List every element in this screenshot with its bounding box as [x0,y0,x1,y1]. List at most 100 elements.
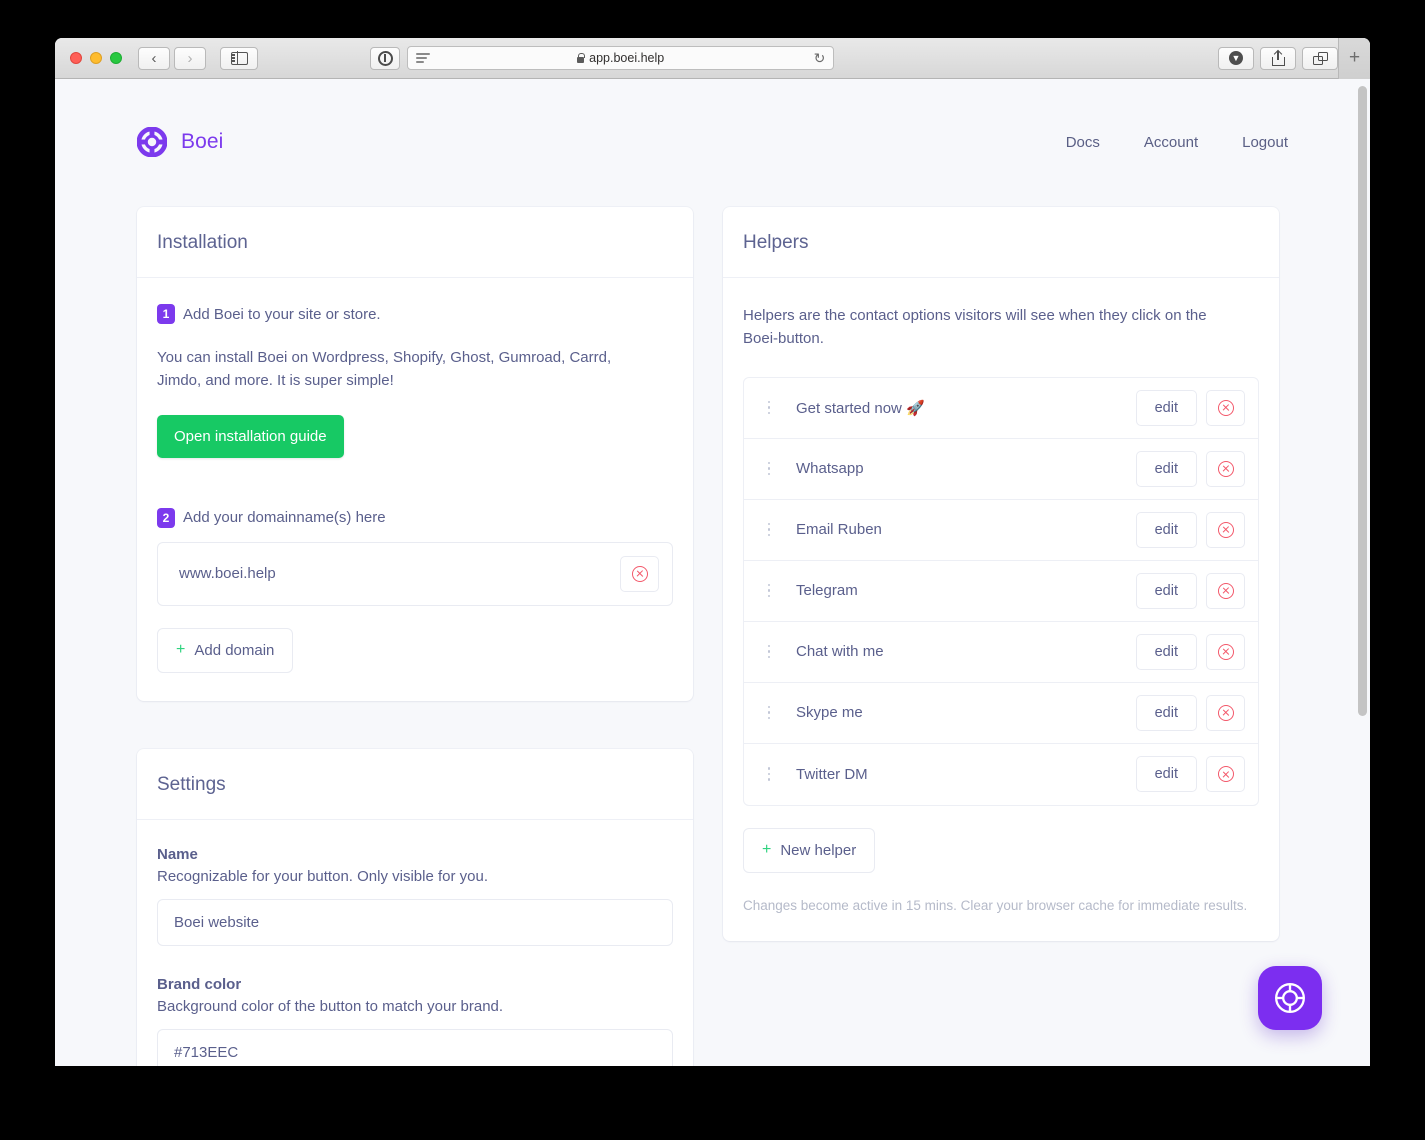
nav-link-docs[interactable]: Docs [1066,134,1100,151]
site-header: Boei Docs Account Logout [55,79,1370,157]
delete-helper-button[interactable] [1206,572,1245,609]
new-helper-label: New helper [780,841,857,859]
delete-helper-button[interactable] [1206,511,1245,548]
helper-row: Get started now 🚀 edit [744,378,1258,439]
delete-helper-button[interactable] [1206,389,1245,426]
page-settings-icon[interactable] [416,53,430,63]
reader-view-button[interactable] [370,46,400,70]
delete-circle-icon [1217,399,1234,416]
forward-button[interactable]: › [174,46,206,70]
download-icon: ▼ [1229,51,1244,65]
plus-icon: + [762,841,772,858]
brand-logo[interactable]: Boei [137,127,223,157]
installation-title: Installation [157,232,248,253]
delete-circle-icon [1217,766,1234,782]
helpers-footnote: Changes become active in 15 mins. Clear … [743,897,1248,913]
edit-helper-button[interactable]: edit [1135,572,1197,609]
helper-label: Whatsapp [796,460,864,477]
tab-overview-icon [1312,51,1328,65]
settings-card: Settings Name Recognizable for your butt… [137,748,693,1066]
name-input[interactable] [157,898,673,946]
delete-circle-icon [1217,521,1234,538]
delete-circle-icon [1217,460,1234,477]
new-tab-button[interactable]: + [1338,38,1370,79]
name-field-label: Name [157,845,198,863]
edit-helper-button[interactable]: edit [1135,694,1197,731]
lifebuoy-icon [137,127,167,157]
delete-circle-icon [1217,582,1234,599]
drag-handle-icon[interactable] [764,767,774,781]
reader-view-icon [377,50,393,66]
share-button[interactable] [1260,46,1297,70]
name-field-hint: Recognizable for your button. Only visib… [157,867,489,885]
brand-color-input[interactable] [157,1028,673,1066]
drag-handle-icon[interactable] [764,583,774,598]
helpers-card-header: Helpers [723,207,1279,278]
reload-icon[interactable]: ↻ [814,50,826,67]
drag-handle-icon[interactable] [764,705,774,720]
brand-name: Boei [181,130,224,153]
chevron-left-icon: ‹ [151,49,157,67]
dashboard-columns: Installation 1 Add Boei to your site or … [55,157,1370,1066]
toolbar-right-buttons: ▼ [1218,46,1339,70]
drag-handle-icon[interactable] [764,400,774,415]
address-bar[interactable]: app.boei.help ↻ [407,46,835,70]
browser-toolbar: ‹ › app.boei.help ↻ ▼ + [55,38,1370,79]
boei-dashboard-page: Boei Docs Account Logout Installation 1 … [55,79,1370,1066]
chevron-right-icon: › [187,49,193,67]
installation-spacer [157,458,673,508]
close-window-button[interactable] [70,52,82,64]
delete-domain-button[interactable] [620,555,659,592]
nav-link-logout[interactable]: Logout [1242,134,1288,151]
add-domain-button[interactable]: + Add domain [157,627,294,673]
edit-helper-button[interactable]: edit [1135,633,1197,670]
lifebuoy-icon [1275,983,1305,1013]
tab-overview-button[interactable] [1302,46,1339,70]
sidebar-toggle-button[interactable] [220,46,258,70]
maximize-window-button[interactable] [110,52,122,64]
lock-icon [577,52,585,63]
share-icon [1271,49,1285,66]
minimize-window-button[interactable] [90,52,102,64]
back-button[interactable]: ‹ [138,46,170,70]
drag-handle-icon[interactable] [764,522,774,537]
helpers-title: Helpers [743,232,809,253]
step-2-text: Add your domainname(s) here [183,509,386,526]
helper-row: Email Ruben edit [744,500,1258,561]
delete-circle-icon [631,565,648,582]
edit-helper-button[interactable]: edit [1135,511,1197,548]
settings-card-header: Settings [137,749,693,820]
boei-floating-button[interactable] [1258,966,1322,1030]
delete-helper-button[interactable] [1206,694,1245,731]
edit-helper-button[interactable]: edit [1135,389,1197,426]
drag-handle-icon[interactable] [764,461,774,476]
scrollbar-thumb[interactable] [1358,86,1367,716]
open-installation-guide-button[interactable]: Open installation guide [157,414,344,458]
helpers-card-body: Helpers are the contact options visitors… [723,278,1279,941]
browser-window: ‹ › app.boei.help ↻ ▼ + Boei Docs Accoun… [55,38,1370,1066]
step-2-badge: 2 [157,507,175,528]
nav-link-account[interactable]: Account [1144,134,1198,151]
delete-helper-button[interactable] [1206,756,1245,792]
delete-helper-button[interactable] [1206,450,1245,487]
address-bar-url: app.boei.help [589,51,665,65]
new-helper-button[interactable]: + New helper [743,827,876,873]
right-column: Helpers Helpers are the contact options … [723,207,1279,1066]
helper-label: Email Ruben [796,521,882,538]
edit-helper-button[interactable]: edit [1135,450,1197,487]
settings-field-brand-color: Brand color Background color of the butt… [157,976,673,1066]
edit-helper-button[interactable]: edit [1135,756,1197,792]
helper-label: Chat with me [796,643,884,660]
downloads-button[interactable]: ▼ [1218,46,1255,70]
step-1-badge: 1 [157,304,175,324]
drag-handle-icon[interactable] [764,644,774,659]
page-scrollbar[interactable] [1358,81,1367,1064]
plus-icon: + [176,641,186,658]
navigation-buttons: ‹ › [138,46,206,70]
installation-paragraph: You can install Boei on Wordpress, Shopi… [157,349,612,390]
delete-helper-button[interactable] [1206,633,1245,670]
domain-input[interactable]: www.boei.help [171,565,620,582]
add-domain-label: Add domain [194,641,275,659]
helper-row: Skype me edit [744,683,1258,744]
settings-card-body: Name Recognizable for your button. Only … [137,820,693,1066]
